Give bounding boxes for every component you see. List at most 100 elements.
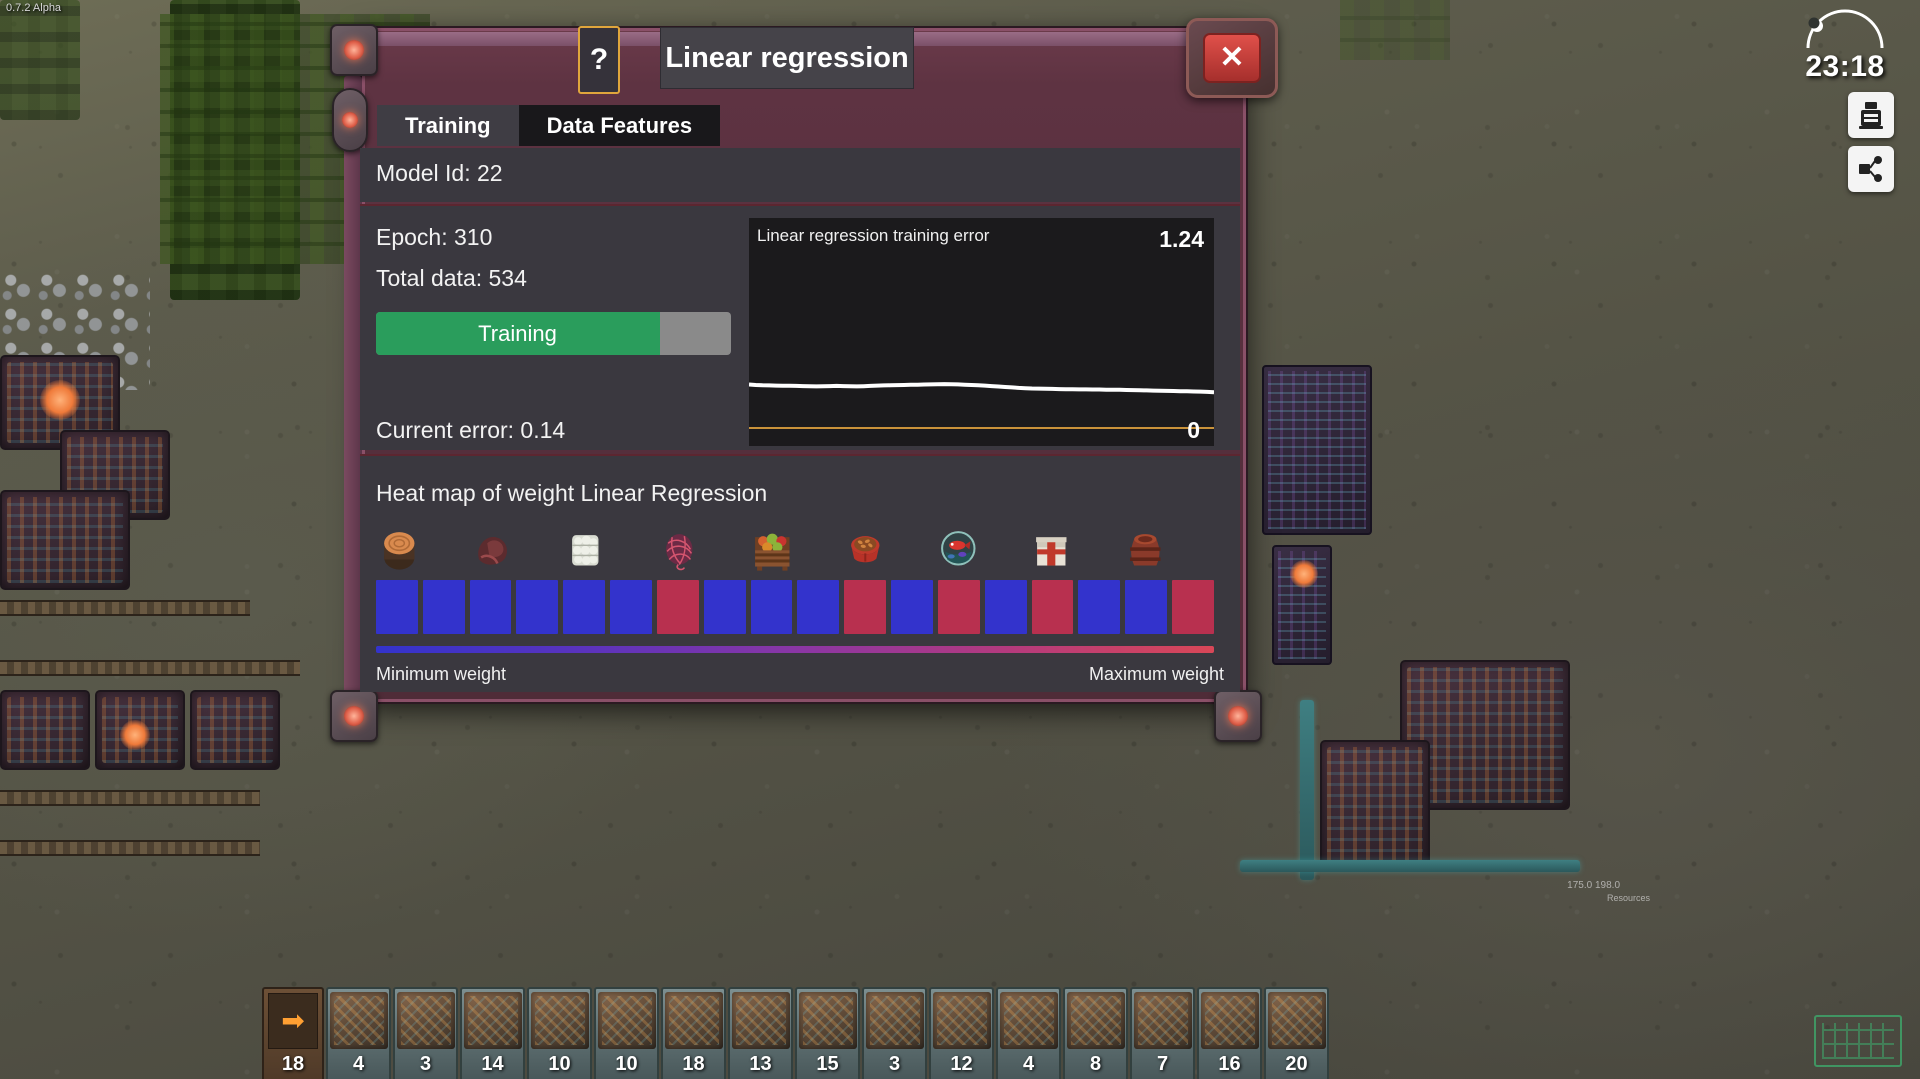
training-progress-bar[interactable]: Training	[376, 312, 731, 355]
weight-bar[interactable]	[703, 580, 746, 634]
hotbar-slot[interactable]: 4	[996, 987, 1061, 1079]
hotbar-slot-count: 10	[615, 1053, 638, 1075]
hotbar-arrow-count: 18	[281, 1053, 305, 1075]
conveyor-belt	[0, 660, 300, 676]
tab-training[interactable]: Training	[377, 105, 519, 146]
hotbar-slot[interactable]: 3	[862, 987, 927, 1079]
hotbar-slot[interactable]: 14	[460, 987, 525, 1079]
minimum-weight-label: Minimum weight	[376, 664, 507, 684]
fruit-crate-icon[interactable]	[749, 523, 796, 573]
hotbar-slot-count: 4	[1022, 1053, 1035, 1075]
hotbar-slot[interactable]: 18	[661, 987, 726, 1079]
machine-glow	[40, 380, 80, 420]
hotbar-slot-count: 20	[1285, 1053, 1308, 1075]
weight-bar[interactable]	[1125, 580, 1168, 634]
training-error-line	[749, 382, 1214, 429]
heatmap-title: Heat map of weight Linear Regression	[376, 480, 768, 506]
hotbar-slot-count: 8	[1089, 1053, 1102, 1075]
hotbar-slot-count: 18	[682, 1053, 705, 1075]
cotton-bale-icon[interactable]	[562, 523, 609, 573]
hotbar-slot-count: 7	[1156, 1053, 1169, 1075]
research-flask-icon	[1859, 102, 1883, 129]
crop-field	[1340, 0, 1450, 60]
weight-bar[interactable]	[422, 580, 465, 634]
mini-status-text: Resources	[1606, 893, 1650, 903]
hotbar-slot[interactable]: 8	[1063, 987, 1128, 1079]
raw-meat-icon[interactable]	[469, 523, 516, 573]
conveyor-belt	[0, 790, 260, 806]
hotbar-arrow-slot[interactable]: ➡ 18	[262, 987, 324, 1079]
help-button[interactable]: ?	[578, 26, 620, 94]
tab-data-features[interactable]: Data Features	[518, 105, 721, 146]
hotbar-slot[interactable]: 16	[1197, 987, 1262, 1079]
weight-bar[interactable]	[1172, 580, 1214, 634]
frame-bolt-bottom-right	[1214, 690, 1262, 742]
gift-box-icon[interactable]	[1028, 523, 1075, 573]
weight-bar[interactable]	[844, 580, 887, 634]
factory-machine	[1320, 740, 1430, 870]
factory-machine	[190, 690, 280, 770]
close-button[interactable]: ✕	[1186, 18, 1278, 98]
machine-glow	[1290, 560, 1318, 588]
logistics-button[interactable]	[1848, 146, 1894, 192]
logistics-network-icon	[1859, 156, 1882, 182]
weight-bar[interactable]	[937, 580, 980, 634]
weight-bar[interactable]	[797, 580, 840, 634]
hotbar-slot-count: 15	[816, 1053, 839, 1075]
weight-bar[interactable]	[1031, 580, 1074, 634]
maximum-weight-label: Maximum weight	[1088, 664, 1224, 684]
conveyor-belt	[0, 840, 260, 856]
weight-bar[interactable]	[610, 580, 652, 634]
barrel-icon[interactable]	[1122, 523, 1169, 573]
hotbar-slot[interactable]: 3	[393, 987, 458, 1079]
factory-machine	[0, 490, 130, 590]
dialog-title: Linear regression	[660, 27, 914, 89]
weight-bar[interactable]	[563, 580, 606, 634]
hotbar-slot[interactable]: 10	[527, 987, 592, 1079]
frame-bolt-bottom-left	[330, 690, 378, 742]
weight-bar[interactable]	[891, 580, 933, 634]
research-button[interactable]	[1848, 92, 1894, 138]
dialog-tabs[interactable]: Training Data Features	[377, 105, 721, 146]
weight-bar[interactable]	[376, 580, 418, 634]
pipe-segment	[1300, 700, 1314, 880]
arrow-right-icon: ➡	[268, 993, 318, 1049]
training-error-chart: Linear regression training error 1.24 0	[749, 218, 1214, 446]
pet-food-bowl-icon[interactable]	[842, 523, 889, 573]
pipe-segment	[1240, 860, 1580, 872]
close-icon: ✕	[1203, 33, 1261, 83]
weight-bar[interactable]	[516, 580, 559, 634]
model-id-label: Model Id: 22	[376, 160, 503, 186]
hotbar-slot[interactable]: 7	[1130, 987, 1195, 1079]
coordinate-readout: 175.0 198.0	[1567, 880, 1620, 891]
hotbar-slot-icon	[731, 992, 790, 1049]
weight-bar[interactable]	[469, 580, 512, 634]
tech-console	[1262, 365, 1372, 535]
weight-bar[interactable]	[750, 580, 793, 634]
wood-log-icon[interactable]	[376, 523, 423, 573]
red-yarn-icon[interactable]	[656, 523, 703, 573]
weight-bar[interactable]	[1078, 580, 1121, 634]
hotbar[interactable]: ➡ 18 4 3 14 10 10 18 13 15 3 12 4 8 7 16…	[262, 983, 1329, 1079]
hotbar-slot[interactable]: 20	[1264, 987, 1329, 1079]
hotbar-slot[interactable]: 4	[326, 987, 391, 1079]
training-stats-panel: Epoch: 310 Total data: 534 Training Curr…	[360, 204, 1240, 450]
frame-bolt-left	[332, 88, 368, 152]
weight-bar[interactable]	[984, 580, 1027, 634]
hotbar-slot-icon	[932, 992, 991, 1049]
hotbar-slot-count: 4	[352, 1053, 365, 1075]
hotbar-slot[interactable]: 13	[728, 987, 793, 1079]
weight-bar[interactable]	[656, 580, 699, 634]
epoch-label: Epoch: 310	[376, 224, 493, 250]
hotbar-slot-icon	[999, 992, 1058, 1049]
hotbar-slot[interactable]: 12	[929, 987, 994, 1079]
fish-bowl-icon[interactable]	[935, 523, 982, 573]
hotbar-slot[interactable]: 10	[594, 987, 659, 1079]
conveyor-belt	[0, 600, 250, 616]
hotbar-slot-icon	[1133, 992, 1192, 1049]
hotbar-slot-icon	[329, 992, 388, 1049]
hotbar-slot[interactable]: 15	[795, 987, 860, 1079]
chart-min-label: 0	[1187, 417, 1200, 443]
hotbar-slot-count: 14	[481, 1053, 504, 1075]
hotbar-slot-icon	[597, 992, 656, 1049]
